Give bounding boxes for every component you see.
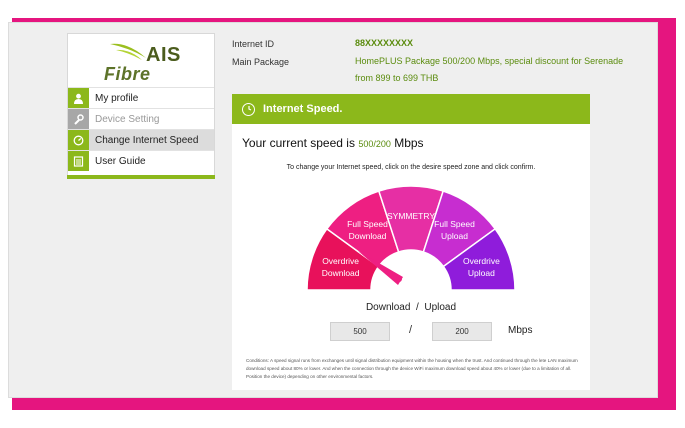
sidebar-item-user-guide[interactable]: User Guide [68,150,214,171]
ais-swoosh-icon [110,43,146,60]
internet-id-label: Internet ID [232,39,275,49]
main-package-value: HomePLUS Package 500/200 Mbps, special d… [355,56,624,83]
sidebar-item-label: My profile [95,92,139,104]
sidebar-item-my-profile[interactable]: My profile [68,87,214,108]
internet-speed-panel: Internet Speed. Your current speed is 50… [232,94,590,390]
logo-product: Fibre [104,64,151,84]
gauge-needle-hub [396,276,402,282]
user-icon [68,88,89,108]
sidebar-item-change-internet-speed[interactable]: Change Internet Speed [68,129,214,150]
logo-brand: AIS [146,44,181,66]
download-label: Download [365,302,411,313]
zone-label: Download [322,268,360,278]
speed-gauge: OverdriveDownloadFull SpeedDownloadSYMME… [306,185,516,304]
sidebar-item-label: Change Internet Speed [95,134,199,146]
download-speed-field[interactable]: 500 [330,322,390,341]
upload-speed-field[interactable]: 200 [432,322,492,341]
upload-label: Upload [424,302,457,313]
zone-label: Upload [441,231,468,241]
zone-label: Upload [468,268,495,278]
zone-label: Full Speed [347,219,388,229]
speed-unit: Mbps [508,325,533,336]
wrench-icon [68,109,89,129]
zone-label: SYMMETRY [387,211,435,221]
download-upload-label: Download / Upload [232,302,590,313]
sidebar-item-label: Device Setting [95,113,160,125]
internet-id-value: 88XXXXXXXX [355,38,414,48]
sidebar-item-device-setting[interactable]: Device Setting [68,108,214,129]
ais-fibre-logo: AIS Fibre [68,34,214,87]
speedometer-icon [68,130,89,150]
sidebar-bottom-bar [67,175,215,179]
speed-separator: / [409,324,413,336]
book-icon [68,151,89,171]
sidebar: AIS Fibre My profile Device Setting Chan… [67,33,215,179]
main-package-label: Main Package [232,57,290,67]
separator: / [416,302,419,313]
zone-label: Overdrive [322,256,359,266]
zone-label: Full Speed [434,219,475,229]
zone-label: Overdrive [463,256,500,266]
zone-label: Download [349,231,387,241]
sidebar-item-label: User Guide [95,155,146,167]
conditions-text: Conditions: A speed signal runs from exc… [246,358,578,379]
